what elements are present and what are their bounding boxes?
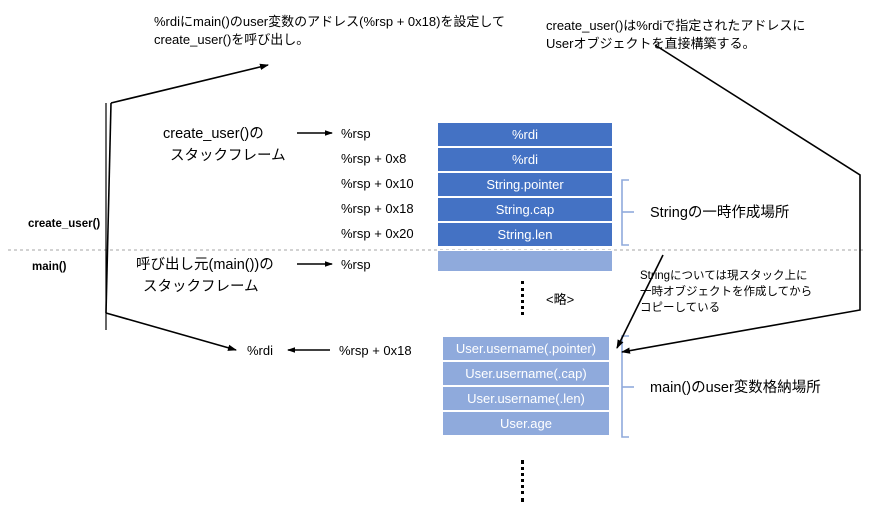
stack-cell-upper-1: %rdi: [437, 147, 613, 172]
address-rsp-main: %rsp: [341, 257, 371, 272]
left-frame-brace: [105, 102, 112, 314]
callout-line2: 一時オブジェクトを作成してから: [640, 286, 813, 298]
bracket-label-upper: Stringの一時作成場所: [650, 205, 790, 221]
address-rsp-0x8: %rsp + 0x8: [341, 151, 407, 166]
stack-cell-lower-0: User.username(.pointer): [442, 336, 610, 361]
stack-cell-upper-3: String.cap: [437, 197, 613, 222]
stack-cell-upper-4: String.len: [437, 222, 613, 247]
frame-label-upper-line2: スタックフレーム: [170, 148, 286, 164]
address-rsp-0x20: %rsp + 0x20: [341, 226, 414, 241]
diagram-canvas: %rdiにmain()のuser変数のアドレス(%rsp + 0x18)を設定し…: [0, 0, 876, 508]
address-rsp-0x18-lower: %rsp + 0x18: [339, 343, 412, 358]
stack-cell-upper-0: %rdi: [437, 122, 613, 147]
note-left-line1: %rdiにmain()のuser変数のアドレス(%rsp + 0x18)を設定し…: [154, 14, 506, 29]
callout-line3: コピーしている: [640, 302, 721, 314]
address-rsp: %rsp: [341, 126, 371, 141]
stack-cell-lower-2: User.username(.len): [442, 386, 610, 411]
callout-line1: Stringについては現スタック上に: [640, 270, 808, 282]
bracket-label-lower: main()のuser変数格納場所: [650, 380, 821, 396]
side-label-create-user: create_user(): [28, 218, 101, 230]
stack-cell-lower-3: User.age: [442, 411, 610, 436]
address-rsp-0x18: %rsp + 0x18: [341, 201, 414, 216]
omission-dots-upper: [521, 281, 524, 315]
stack-cell-upper-2: String.pointer: [437, 172, 613, 197]
frame-label-lower-line1: 呼び出し元(main())の: [136, 257, 274, 273]
note-right-line2: Userオブジェクトを直接構築する。: [546, 36, 756, 51]
omission-marker-label: <略>: [546, 292, 575, 307]
register-rdi-label: %rdi: [247, 343, 274, 358]
stack-cell-upper-blank: [437, 250, 613, 272]
arrow-to-rdi-label: [105, 312, 237, 351]
frame-label-lower-line2: スタックフレーム: [143, 279, 259, 295]
bracket-lower: [621, 335, 629, 438]
note-right-line1: create_user()は%rdiで指定されたアドレスに: [546, 18, 806, 33]
note-left-line2: create_user()を呼び出し。: [154, 32, 310, 47]
bracket-upper: [621, 179, 629, 246]
arrow-to-top-note: [110, 63, 269, 104]
side-label-main: main(): [32, 261, 67, 273]
omission-dots-lower: [521, 460, 524, 502]
frame-label-upper-line1: create_user()の: [163, 126, 264, 142]
address-rsp-0x10: %rsp + 0x10: [341, 176, 414, 191]
stack-cell-lower-1: User.username(.cap): [442, 361, 610, 386]
